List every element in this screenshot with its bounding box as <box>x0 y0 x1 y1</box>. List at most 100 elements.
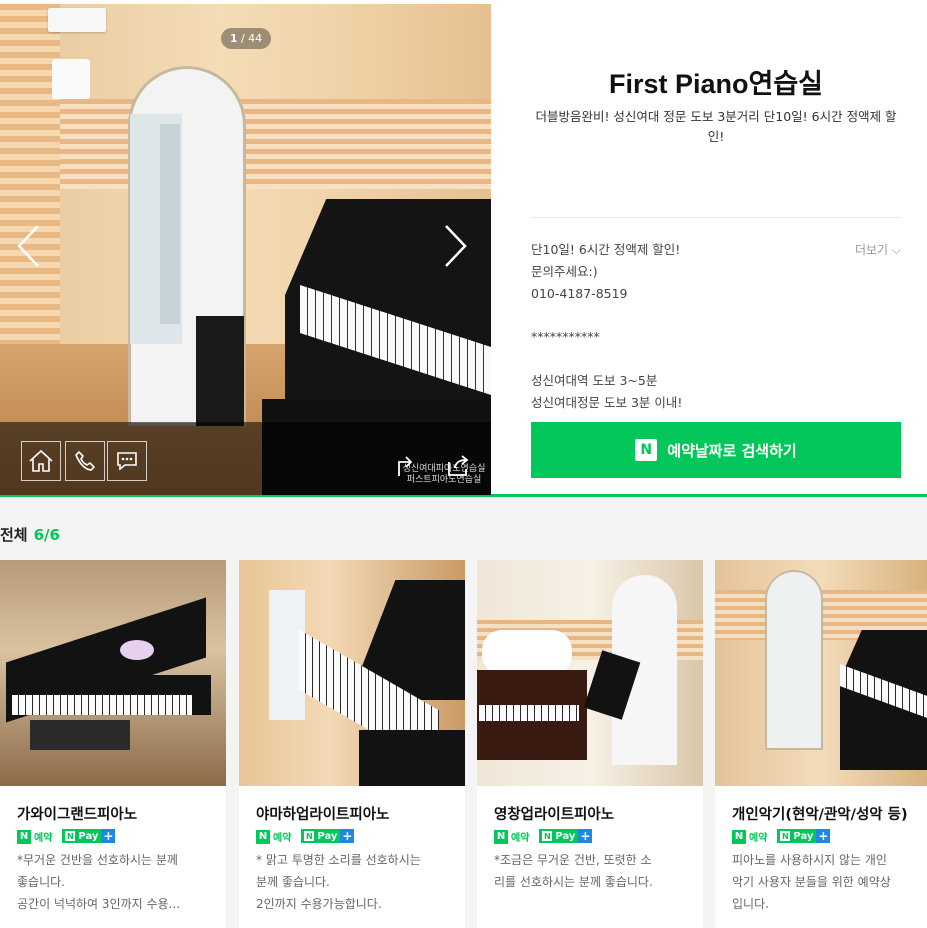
description-line: 좋습니다. <box>17 875 65 889</box>
photo-soundproof-stripe <box>60 99 491 189</box>
npay-badge: N Pay + <box>62 829 116 843</box>
photo-piano-cover <box>482 630 572 675</box>
more-label: 더보기 <box>854 243 889 257</box>
more-link[interactable]: 더보기 ⌵ <box>855 239 901 261</box>
description-line: *조금은 무거운 건반, 또렷한 소 <box>494 853 652 867</box>
photo-flowers <box>120 640 154 660</box>
description-line: 입니다. <box>732 897 769 911</box>
description-line: 분께 좋습니다. <box>256 875 330 889</box>
pay-label: Pay <box>78 830 99 842</box>
product-description: * 맑고 투명한 소리를 선호하시는 분께 좋습니다. 2인까지 수용가능합니다… <box>256 849 456 915</box>
chat-icon <box>117 452 137 471</box>
shop-info: First Piano연습실 더블방음완비! 성신여대 정문 도보 3분거리 단… <box>531 0 901 495</box>
pay-label: Pay <box>555 830 576 842</box>
phone-icon <box>75 451 95 471</box>
counter-total: / 44 <box>237 32 263 45</box>
naver-n-icon: N <box>732 829 746 844</box>
product-photo[interactable] <box>0 560 226 786</box>
watermark-line-1: 성신여대피아노연습실 <box>402 464 486 474</box>
product-photo[interactable] <box>477 560 703 786</box>
photo-piano-base <box>359 730 465 786</box>
product-badges: N 예약 N Pay + <box>17 829 116 844</box>
photo-door-glass <box>160 124 180 324</box>
book-by-date-button[interactable]: N 예약날짜로 검색하기 <box>531 422 901 478</box>
location-line: 성신여대정문 도보 3분 이내! <box>531 395 683 410</box>
product-description: 피아노를 사용하시지 않는 개인 악기 사용자 분들을 위한 예약상 입니다. <box>732 849 927 915</box>
npay-badge: N Pay + <box>539 829 593 843</box>
call-button[interactable] <box>65 441 105 481</box>
naver-n-icon: N <box>542 831 553 841</box>
phone-number: 010-4187-8519 <box>531 286 628 301</box>
product-badges: N 예약 N Pay + <box>494 829 593 844</box>
naver-calendar-icon: N <box>635 439 658 461</box>
naver-n-icon: N <box>256 829 270 844</box>
product-card[interactable]: 개인악기(현악/관악/성악 등) N 예약 N Pay + 피아노를 사용하시지 않는… <box>715 560 927 928</box>
pay-label: Pay <box>317 830 338 842</box>
naver-n-icon: N <box>304 831 315 841</box>
divider <box>531 217 901 218</box>
notice-line: 단10일! 6시간 정액제 할인! <box>531 242 681 257</box>
home-button[interactable] <box>21 441 61 481</box>
book-button-label: 예약날짜로 검색하기 <box>667 441 797 460</box>
hero-section: 1 / 44 성신여대피아노연습실 퍼스트피아노연습실 First Piano연… <box>0 0 927 497</box>
list-count: 6/6 <box>33 526 60 544</box>
photo-arch-mirror <box>765 570 823 750</box>
product-photo[interactable] <box>715 560 927 786</box>
plus-icon: + <box>101 829 116 843</box>
product-photo[interactable] <box>239 560 465 786</box>
shop-description: 더블방음완비! 성신여대 정문 도보 3분거리 단10일! 6시간 정액제 할인… <box>535 109 897 144</box>
npay-badge: N Pay + <box>301 829 355 843</box>
photo-piano-keys <box>479 705 579 721</box>
product-name: 야마하업라이트피아노 <box>256 807 390 823</box>
location-line: 성신여대역 도보 3~5분 <box>531 373 658 388</box>
list-header: 전체 6/6 <box>0 524 60 545</box>
pay-label: Pay <box>793 830 814 842</box>
location-text: 성신여대역 도보 3~5분 성신여대정문 도보 3분 이내! <box>531 370 831 414</box>
plus-icon: + <box>816 829 831 843</box>
photo-gallery[interactable]: 1 / 44 성신여대피아노연습실 퍼스트피아노연습실 <box>0 4 491 495</box>
photo-watermark: 성신여대피아노연습실 퍼스트피아노연습실 <box>398 464 490 486</box>
reserve-label: 예약 <box>511 833 530 844</box>
plus-icon: + <box>578 829 593 843</box>
product-card[interactable]: 가와이그랜드피아노 N 예약 N Pay + *무거운 건반을 선호하시는 분께 좋습… <box>0 560 226 928</box>
product-card[interactable]: 영창업라이트피아노 N 예약 N Pay + *조금은 무거운 건반, 또렷한 소 리… <box>477 560 703 928</box>
naver-n-icon: N <box>494 829 508 844</box>
naver-n-icon: N <box>780 831 791 841</box>
product-card[interactable]: 야마하업라이트피아노 N 예약 N Pay + * 맑고 투명한 소리를 선호하시는 … <box>239 560 465 928</box>
next-arrow-icon[interactable] <box>444 224 468 268</box>
photo-air-conditioner <box>48 8 106 32</box>
reserve-label: 예약 <box>34 833 53 844</box>
product-name: 개인악기(현악/관악/성악 등) <box>732 807 908 823</box>
home-icon <box>29 449 53 472</box>
description-line: 악기 사용자 분들을 위한 예약상 <box>732 875 891 889</box>
naver-n-icon: N <box>65 831 76 841</box>
description-line: *무거운 건반을 선호하시는 분께 <box>17 853 178 867</box>
naver-n-icon: N <box>17 829 31 844</box>
watermark-line-2: 퍼스트피아노연습실 <box>406 475 482 485</box>
notice-text: 단10일! 6시간 정액제 할인! 문의주세요:) 010-4187-8519 <box>531 239 821 305</box>
reserve-badge: N 예약 <box>494 829 529 844</box>
reserve-label: 예약 <box>273 833 292 844</box>
npay-badge: N Pay + <box>777 829 831 843</box>
reserve-badge: N 예약 <box>256 829 291 844</box>
prev-arrow-icon[interactable] <box>16 224 40 268</box>
list-label: 전체 <box>0 526 28 544</box>
reserve-badge: N 예약 <box>17 829 52 844</box>
description-line: 2인까지 수용가능합니다. <box>256 897 382 911</box>
reserve-badge: N 예약 <box>732 829 767 844</box>
product-description: *조금은 무거운 건반, 또렷한 소 리를 선호하시는 분께 좋습니다. <box>494 849 694 893</box>
notice-separator: *********** <box>531 329 600 344</box>
talk-button[interactable] <box>107 441 147 481</box>
reserve-label: 예약 <box>749 833 768 844</box>
product-name: 영창업라이트피아노 <box>494 807 615 823</box>
product-description: *무거운 건반을 선호하시는 분께 좋습니다. 공간이 넉넉하여 3인까지 수용… <box>17 849 217 915</box>
photo-speaker <box>52 59 90 99</box>
product-name: 가와이그랜드피아노 <box>17 807 138 823</box>
photo-stool <box>196 316 244 426</box>
description-line: * 맑고 투명한 소리를 선호하시는 <box>256 853 421 867</box>
description-line: 리를 선호하시는 분께 좋습니다. <box>494 875 653 889</box>
photo-counter: 1 / 44 <box>221 28 271 49</box>
chevron-down-icon: ⌵ <box>891 243 901 257</box>
photo-bench <box>30 720 130 750</box>
product-badges: N 예약 N Pay + <box>256 829 355 844</box>
